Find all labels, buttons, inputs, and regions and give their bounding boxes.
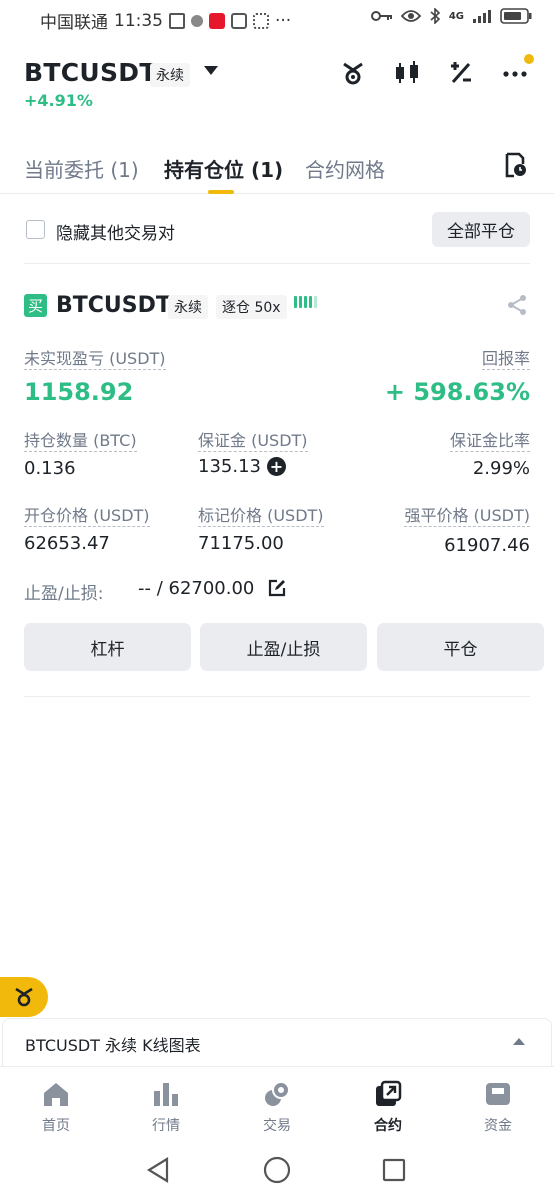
nav-futures[interactable]: 合约 (348, 1079, 428, 1135)
position-margin-mode-tag: 逐仓 50x (216, 295, 287, 319)
close-all-button[interactable]: 全部平仓 (432, 212, 530, 247)
unrealized-pnl-value: 1158.92 (24, 378, 134, 406)
bot-icon[interactable] (338, 58, 368, 88)
nav-futures-label: 合约 (374, 1118, 402, 1134)
status-right: 4G (370, 8, 532, 24)
notification-dot (524, 54, 534, 64)
hide-other-pairs-label[interactable]: 隐藏其他交易对 (56, 219, 175, 244)
edit-icon[interactable] (268, 579, 286, 597)
tab-futures-grid[interactable]: 合约网格 (305, 154, 385, 183)
system-nav-bar (0, 1136, 554, 1200)
mark-price-value: 71175.00 (198, 533, 284, 554)
add-margin-icon[interactable]: + (266, 457, 286, 476)
app-notification-icon (191, 14, 203, 27)
floating-bot-button[interactable] (0, 977, 48, 1017)
futures-icon (373, 1079, 403, 1109)
hide-other-pairs-checkbox[interactable] (26, 220, 45, 239)
contract-type-tag: 永续 (150, 63, 190, 87)
price-change-percent: +4.91% (24, 91, 93, 110)
margin-ratio-label[interactable]: 保证金比率 (449, 431, 530, 452)
margin-label[interactable]: 保证金 (USDT) (198, 431, 308, 452)
roe-label[interactable]: 回报率 (481, 349, 530, 370)
home-icon (41, 1079, 71, 1109)
roe-value: + 598.63% (384, 378, 530, 406)
recents-icon[interactable] (382, 1158, 406, 1182)
active-tab-indicator (208, 190, 234, 194)
clock: 11:35 (114, 10, 163, 31)
nav-markets-label: 行情 (152, 1118, 180, 1134)
position-size-label[interactable]: 持仓数量 (BTC) (24, 431, 137, 452)
nav-markets[interactable]: 行情 (126, 1079, 206, 1135)
percent-icon[interactable] (446, 58, 476, 88)
key-icon (370, 11, 392, 21)
eye-icon (400, 10, 421, 22)
status-left: 中国联通 11:35 ··· (40, 8, 292, 34)
chevron-up-icon[interactable] (513, 1038, 525, 1045)
status-bar: 中国联通 11:35 ··· 4G (0, 0, 554, 36)
long-side-badge: 买 (24, 294, 47, 317)
adjust-leverage-button[interactable]: 杠杆 (24, 623, 191, 671)
nav-home-label: 首页 (42, 1118, 70, 1134)
network-type: 4G (448, 10, 464, 22)
unrealized-pnl-label[interactable]: 未实现盈亏 (USDT) (24, 349, 166, 370)
entry-price-label[interactable]: 开仓价格 (USDT) (24, 506, 150, 527)
liq-price-label[interactable]: 强平价格 (USDT) (404, 506, 530, 527)
app-notification-icon (253, 12, 269, 29)
position-contract-tag: 永续 (168, 295, 208, 319)
carrier: 中国联通 (40, 13, 108, 33)
liq-price-value: 61907.46 (444, 535, 530, 556)
tpsl-button[interactable]: 止盈/止损 (200, 623, 367, 671)
signal-icon (473, 10, 491, 23)
bluetooth-icon (430, 8, 440, 24)
nav-wallet[interactable]: 资金 (458, 1079, 538, 1135)
nav-wallet-label: 资金 (484, 1118, 512, 1134)
tpsl-label: 止盈/止损: (24, 584, 104, 604)
bottom-nav: 首页 行情 交易 合约 资金 (0, 1066, 554, 1136)
symbol-title[interactable]: BTCUSDT (24, 58, 157, 87)
tab-open-orders[interactable]: 当前委托 (1) (24, 154, 139, 183)
wallet-icon (483, 1079, 513, 1109)
margin-value: 135.13 (198, 456, 261, 477)
position-size-value: 0.136 (24, 458, 76, 479)
kline-chart-bar[interactable]: BTCUSDT 永续 K线图表 (2, 1018, 552, 1066)
battery-icon (500, 8, 532, 24)
position-symbol[interactable]: BTCUSDT (56, 293, 171, 318)
markets-icon (151, 1079, 181, 1109)
kline-chart-label: BTCUSDT 永续 K线图表 (25, 1036, 201, 1055)
share-icon[interactable] (506, 294, 528, 316)
home-circle-icon[interactable] (263, 1156, 291, 1184)
divider (24, 263, 530, 264)
app-notification-icon (169, 12, 185, 29)
trade-icon (262, 1079, 292, 1109)
tab-positions[interactable]: 持有仓位 (1) (164, 154, 283, 183)
divider (24, 696, 530, 697)
more-notifications: ··· (275, 10, 292, 31)
candlestick-icon[interactable] (392, 58, 422, 88)
margin-value-group: 135.13 + (198, 456, 286, 477)
margin-ratio-value: 2.99% (472, 458, 530, 479)
nav-trade-label: 交易 (263, 1118, 291, 1134)
app-notification-icon (231, 12, 247, 29)
chevron-down-icon[interactable] (204, 66, 218, 75)
mark-price-label[interactable]: 标记价格 (USDT) (198, 506, 324, 527)
nav-home[interactable]: 首页 (16, 1079, 96, 1135)
close-position-button[interactable]: 平仓 (377, 623, 544, 671)
back-icon[interactable] (145, 1156, 171, 1184)
tab-bar: 当前委托 (1) 持有仓位 (1) 合约网格 (0, 150, 554, 194)
adl-indicator-icon[interactable] (294, 296, 317, 308)
tpsl-value: -- / 62700.00 (138, 578, 255, 599)
bot-icon (15, 987, 33, 1007)
weibo-icon (209, 12, 225, 29)
nav-trade[interactable]: 交易 (237, 1079, 317, 1135)
entry-price-value: 62653.47 (24, 533, 110, 554)
order-history-icon[interactable] (504, 152, 528, 182)
